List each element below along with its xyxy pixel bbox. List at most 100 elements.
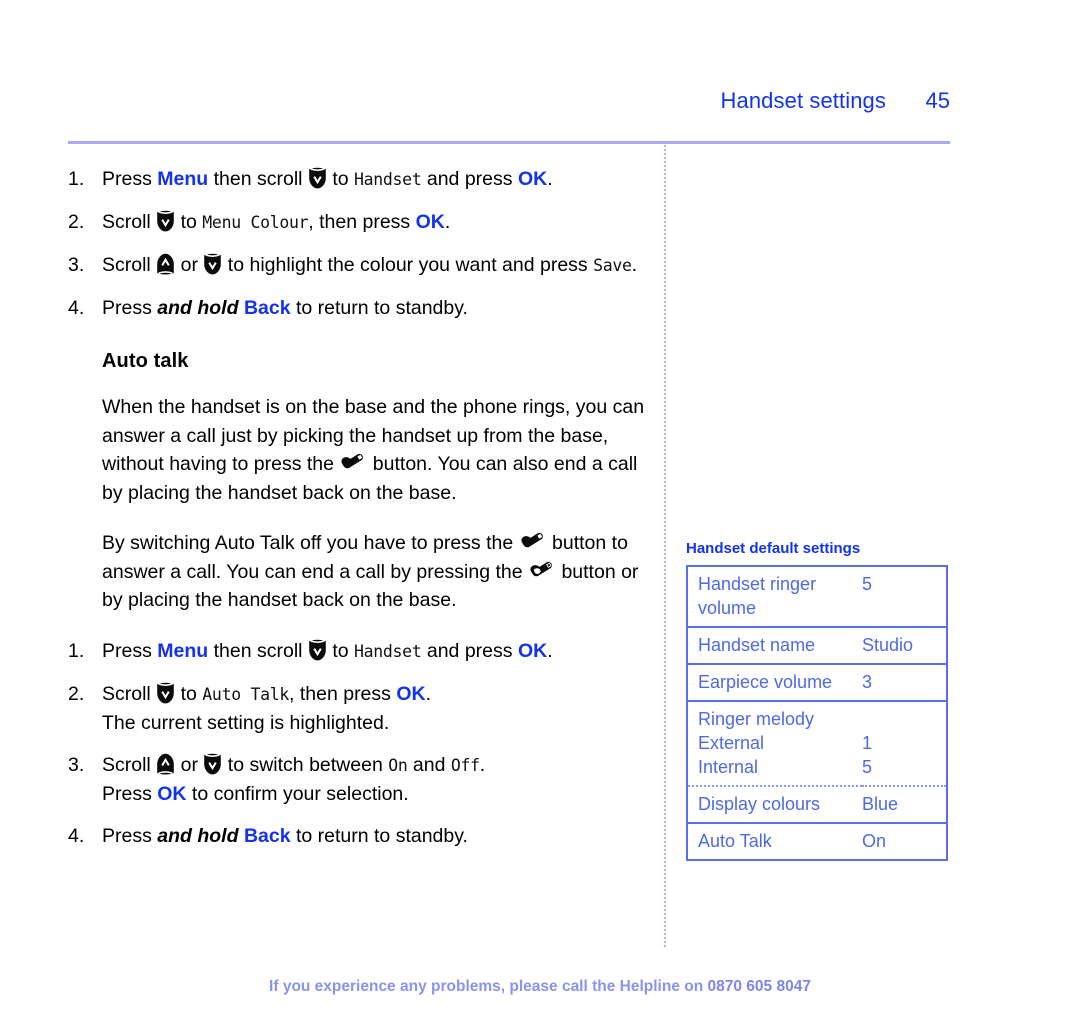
step-text: to [326, 639, 355, 662]
ui-key-label: OK [517, 168, 548, 190]
talk-handset-icon [341, 452, 365, 472]
ui-key-label: Menu [157, 639, 209, 662]
step-number: 2. [68, 682, 85, 705]
body-paragraph: When the handset is on the base and the … [102, 393, 650, 507]
step-number: 3. [68, 254, 85, 276]
table-cell-label: Auto Talk [687, 822, 862, 860]
step-text: Press [102, 824, 158, 847]
step-text: then scroll [208, 168, 308, 190]
step-text: . [425, 682, 431, 705]
ui-key-label: Back [243, 824, 291, 847]
step-text: to [326, 168, 355, 190]
step-number: 4. [68, 824, 85, 847]
lcd-menu-label: Auto Talk [202, 684, 290, 704]
step-text: to [175, 682, 203, 705]
step-text: , then press [289, 682, 397, 705]
step-text: to return to standby. [290, 824, 468, 847]
table-row: Handset name Studio [687, 626, 947, 664]
step-body: Scroll to Menu Colour, then press OK. [102, 210, 451, 233]
step-text: to [175, 211, 203, 233]
step-text: or [175, 753, 204, 776]
auto-talk-paragraphs: When the handset is on the base and the … [68, 393, 650, 615]
step-number: 3. [68, 753, 85, 776]
step-body: Scroll or to highlight the colour you wa… [102, 253, 638, 276]
step-text: Scroll [102, 682, 157, 705]
body-paragraph: By switching Auto Talk off you have to p… [102, 529, 650, 615]
step-body: Press and hold Back to return to standby… [102, 825, 468, 847]
step-text: or [175, 254, 204, 276]
step-text: . [631, 254, 638, 276]
scroll-up-icon [156, 753, 175, 775]
menu-colour-step-list: 1. Press Menu then scroll to Handset and … [68, 165, 650, 322]
step-item: 3. Scroll or to switch between On and Off… [68, 751, 650, 808]
footer-helpline-number: 0870 605 8047 [707, 978, 811, 995]
ui-key-label: OK [517, 639, 548, 662]
scroll-down-icon [203, 753, 222, 775]
step-text: Scroll [102, 753, 157, 776]
table-cell-value: 3 [862, 663, 947, 701]
step-body: Press Menu then scroll to Handset and pr… [102, 639, 553, 662]
lcd-menu-label: Save [593, 256, 632, 275]
table-cell-label: Handset ringer volume [698, 574, 817, 618]
step-text: and [407, 753, 451, 776]
step-item: 1. Press Menu then scroll to Handset and … [68, 165, 650, 194]
page-header: Handset settings 45 [68, 88, 950, 114]
step-text: . [479, 753, 486, 776]
step-text: to return to standby. [290, 297, 468, 319]
step-item: 1. Press Menu then scroll to Handset and … [68, 637, 650, 666]
column-divider [664, 142, 666, 947]
step-body: Press Menu then scroll to Handset and pr… [102, 167, 553, 190]
table-row: Earpiece volume 3 [687, 663, 947, 701]
step-text: and press [421, 168, 518, 190]
step-text: . [547, 639, 553, 662]
end-call-handset-icon [530, 560, 554, 580]
defaults-table-caption: Handset default settings [686, 540, 861, 557]
table-cell-value: 1 5 [862, 700, 947, 787]
step-text: , then press [308, 211, 416, 233]
table-cell-value: 5 [862, 574, 873, 594]
ui-key-label: Back [243, 297, 291, 319]
step-body: Scroll or to switch between On and Off. P… [102, 753, 486, 805]
step-text: . [547, 168, 553, 190]
step-number: 2. [68, 211, 85, 233]
scroll-down-icon [156, 682, 175, 704]
step-item: 2. Scroll to Auto Talk, then press OK. The… [68, 680, 650, 737]
lcd-menu-label: On [388, 755, 408, 775]
table-row: Display colours Blue [687, 786, 947, 823]
step-text: . [444, 211, 451, 233]
table-cell-label: Display colours [698, 794, 821, 814]
scroll-down-icon [203, 253, 222, 275]
step-item: 4. Press and hold Back to return to stand… [68, 822, 650, 850]
step-item: 3. Scroll or to highlight the colour you … [68, 251, 650, 280]
table-row: Ringer melody External Internal 1 5 [687, 700, 947, 787]
step-body: Scroll to Auto Talk, then press OK. The c… [102, 682, 431, 734]
step-text: Press [102, 782, 158, 805]
footer-helpline-text: If you experience any problems, please c… [269, 978, 708, 995]
emphasis-text: and hold [157, 297, 239, 319]
table-cell-label: Handset name [687, 626, 862, 664]
table-cell-label: Earpiece volume [687, 663, 862, 701]
left-content-column: 1. Press Menu then scroll to Handset and … [68, 165, 650, 864]
lcd-menu-label: Off [450, 755, 480, 775]
scroll-up-icon [156, 253, 175, 275]
step-body: Press and hold Back to return to standby… [102, 297, 468, 319]
table-cell-value: Studio [862, 626, 947, 664]
step-number: 1. [68, 168, 85, 190]
step-item: 2. Scroll to Menu Colour, then press OK. [68, 208, 650, 237]
table-cell-value: On [862, 822, 947, 860]
step-text: Scroll [102, 211, 157, 233]
lcd-menu-label: Handset [354, 641, 422, 661]
emphasis-text: and hold [157, 824, 239, 847]
table-row: Handset ringer volume 5 [687, 566, 947, 627]
handset-defaults-table: Handset ringer volume 5 Handset name Studio… [686, 565, 948, 861]
page-footer: If you experience any problems, please c… [0, 978, 1080, 996]
lcd-menu-label: Menu Colour [202, 213, 309, 232]
ui-key-label: OK [415, 211, 445, 233]
step-text: Press [102, 639, 158, 662]
step-text: Press [102, 168, 158, 190]
scroll-down-icon [308, 167, 327, 189]
step-text: to confirm your selection. [186, 782, 409, 805]
step-text: to switch between [222, 753, 389, 776]
step-number: 1. [68, 639, 85, 662]
page-title: Handset settings [720, 88, 886, 113]
